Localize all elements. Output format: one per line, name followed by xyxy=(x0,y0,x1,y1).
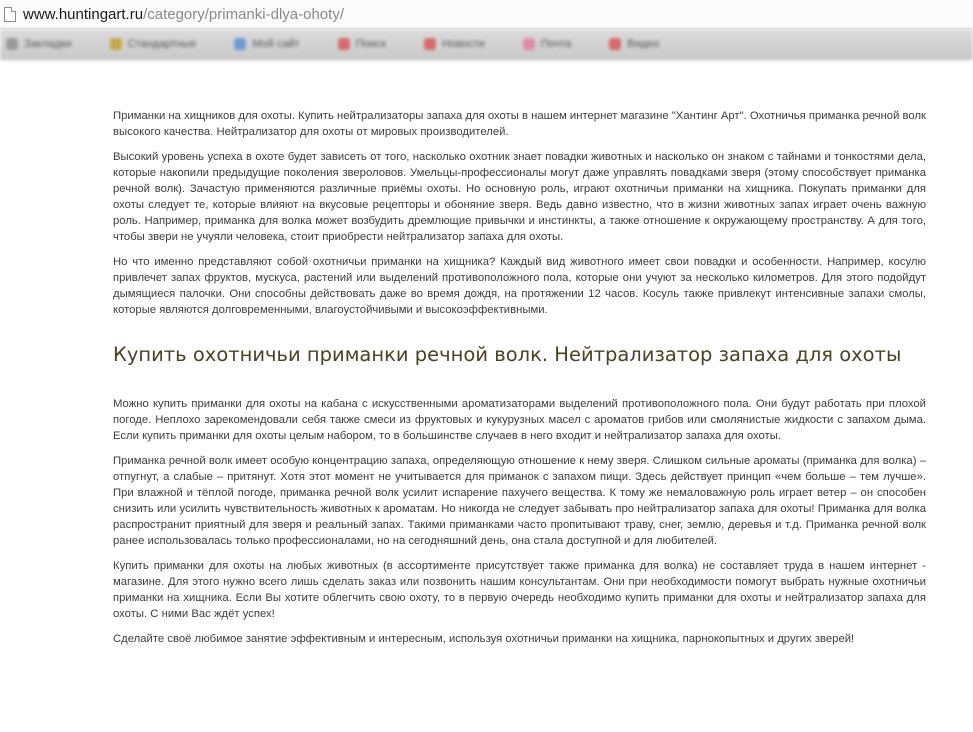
article-paragraph: Приманка речной волк имеет особую концен… xyxy=(113,455,926,547)
article-paragraph: Приманки на хищников для охоты. Купить н… xyxy=(113,110,926,138)
bookmark-item[interactable]: Стандартные xyxy=(109,38,196,50)
bookmark-item[interactable]: Закладки xyxy=(6,38,72,50)
bookmark-favicon-icon xyxy=(424,38,437,50)
article-heading: Купить охотничьи приманки речной волк. Н… xyxy=(113,343,902,366)
bookmark-favicon-icon xyxy=(234,38,247,50)
url-domain: www.huntingart.ru xyxy=(23,5,144,23)
article-paragraph: Можно купить приманки для охоты на кабан… xyxy=(113,398,926,442)
bookmark-favicon-icon xyxy=(609,38,622,50)
bookmark-item[interactable]: Новости xyxy=(424,38,485,50)
url-path: /category/primanki-dlya-ohoty/ xyxy=(143,5,344,23)
article-paragraph: Но что именно представляют собой охотнич… xyxy=(113,256,926,316)
bookmark-item[interactable]: Видео xyxy=(609,38,659,50)
address-bar[interactable]: www.huntingart.ru/category/primanki-dlya… xyxy=(0,0,973,29)
bookmark-favicon-icon xyxy=(522,38,535,50)
bookmark-item[interactable]: Мой сайт xyxy=(234,38,300,50)
bookmark-favicon-icon xyxy=(337,38,350,50)
article-paragraph: Купить приманки для охоты на любых живот… xyxy=(113,560,926,620)
bookmark-favicon-icon xyxy=(109,38,122,50)
bookmark-item[interactable]: Почта xyxy=(522,38,571,50)
page-icon xyxy=(4,6,16,22)
bookmark-item[interactable]: Поиск xyxy=(337,38,386,50)
bookmark-favicon-icon xyxy=(6,38,18,50)
article-content: Приманки на хищников для охоты. Купить н… xyxy=(113,108,926,656)
article-paragraph: Высокий уровень успеха в охоте будет зав… xyxy=(113,151,926,243)
bookmarks-bar: Закладки Стандартные Мой сайт Поиск Ново… xyxy=(0,29,973,60)
article-paragraph: Сделайте своё любимое занятие эффективны… xyxy=(113,633,855,645)
